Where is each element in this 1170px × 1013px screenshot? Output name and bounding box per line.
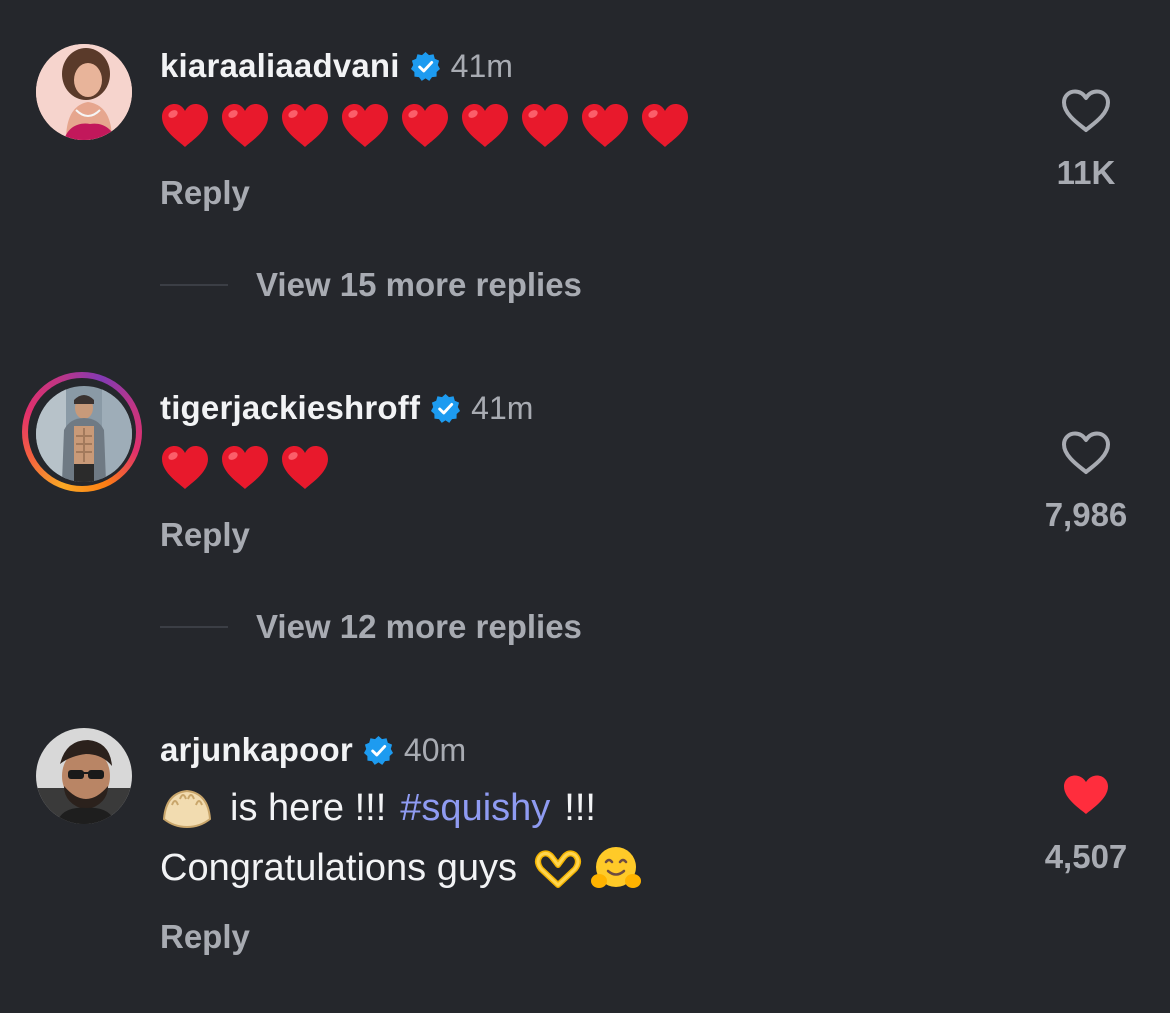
username[interactable]: arjunkapoor xyxy=(160,731,353,769)
timestamp: 40m xyxy=(403,731,467,768)
timestamp: 41m xyxy=(450,47,513,84)
view-more-replies-button[interactable]: View 12 more replies xyxy=(160,608,582,646)
avatar-image xyxy=(36,44,132,140)
comment-text-part-2: !!! xyxy=(564,786,596,829)
red-heart-emoji xyxy=(400,103,450,149)
comment-text-line-2: Congratulations guys xyxy=(160,842,643,894)
view-more-replies-label: View 12 more replies xyxy=(256,608,582,645)
verified-badge-icon xyxy=(410,51,441,82)
dumpling-emoji xyxy=(162,789,212,829)
comment-header: arjunkapoor 40m xyxy=(160,730,466,770)
heart-hands-emoji xyxy=(535,850,581,888)
red-heart-emoji xyxy=(340,103,390,149)
hashtag-link[interactable]: #squishy xyxy=(400,787,550,830)
avatar[interactable] xyxy=(36,44,132,140)
comment-text-line-2-text: Congratulations guys xyxy=(160,846,517,889)
like-count: 7,986 xyxy=(1044,496,1128,533)
heart-filled-icon[interactable] xyxy=(1060,772,1112,818)
red-heart-emoji xyxy=(220,445,270,491)
verified-badge-icon xyxy=(430,393,461,424)
username[interactable]: kiaraaliaadvani xyxy=(160,47,400,85)
divider xyxy=(160,284,228,286)
red-heart-emoji xyxy=(160,103,210,149)
red-heart-emoji xyxy=(220,103,270,149)
view-more-replies-button[interactable]: View 15 more replies xyxy=(160,266,582,304)
comment-header: kiaraaliaadvani 41m xyxy=(160,46,513,86)
like-count: 4,507 xyxy=(1044,838,1128,875)
red-heart-emoji xyxy=(580,103,630,149)
view-more-replies-label: View 15 more replies xyxy=(256,266,582,303)
like-column: 11K xyxy=(1016,88,1156,192)
avatar[interactable] xyxy=(22,372,142,492)
divider xyxy=(160,626,228,628)
red-heart-emoji xyxy=(280,445,330,491)
comment-text xyxy=(160,100,700,152)
reply-button[interactable]: Reply xyxy=(160,918,250,956)
comment-text-part-1: is here !!! xyxy=(230,786,387,829)
red-heart-emoji xyxy=(640,103,690,149)
like-column: 4,507 xyxy=(1016,772,1156,876)
red-heart-emoji xyxy=(160,445,210,491)
reply-button[interactable]: Reply xyxy=(160,174,250,212)
comment-text xyxy=(160,442,340,494)
comment-header: tigerjackieshroff 41m xyxy=(160,388,533,428)
avatar[interactable] xyxy=(36,728,132,824)
timestamp: 41m xyxy=(471,389,534,426)
hugging-face-emoji xyxy=(591,847,641,888)
heart-outline-icon[interactable] xyxy=(1060,88,1112,134)
avatar-image xyxy=(36,386,132,482)
reply-button[interactable]: Reply xyxy=(160,516,250,554)
username[interactable]: tigerjackieshroff xyxy=(160,389,420,427)
like-count: 11K xyxy=(1056,154,1116,191)
heart-outline-icon[interactable] xyxy=(1060,430,1112,476)
red-heart-emoji xyxy=(280,103,330,149)
verified-badge-icon xyxy=(363,735,394,766)
avatar-image xyxy=(36,728,132,824)
red-heart-emoji xyxy=(520,103,570,149)
like-column: 7,986 xyxy=(1016,430,1156,534)
red-heart-emoji xyxy=(460,103,510,149)
comment-text-line-1: is here !!! #squishy !!! xyxy=(160,782,596,834)
